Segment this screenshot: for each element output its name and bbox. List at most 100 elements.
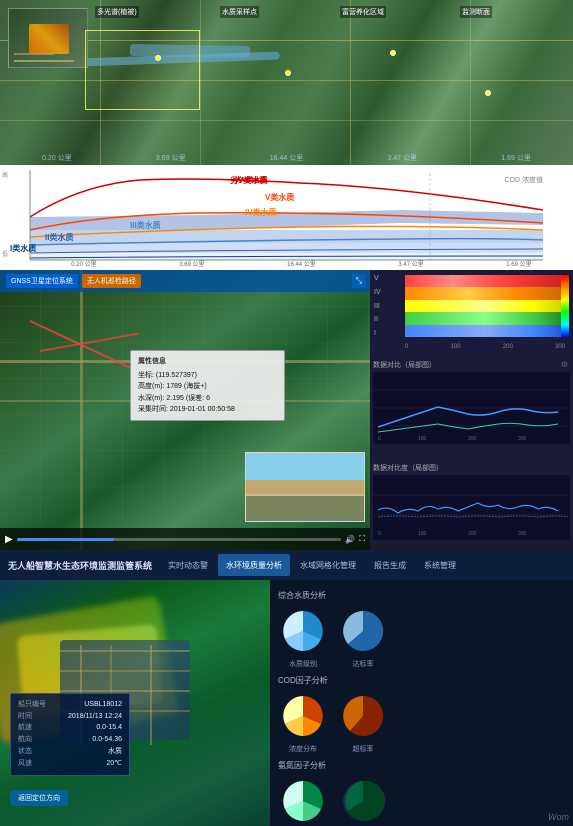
svg-text:0: 0 bbox=[378, 531, 381, 537]
location-btn[interactable]: 返回定位方向 bbox=[10, 790, 68, 806]
profile-svg bbox=[0, 165, 573, 270]
gnss-btn[interactable]: GNSS卫星定位系统 bbox=[6, 274, 78, 288]
pie-row-3: 浓度分布 超标率 bbox=[278, 776, 565, 826]
sys-navbar: 无人船智慧水生态环境监测监管系统 实时动态警 水环境质量分析 水域网格化管理 报… bbox=[0, 550, 573, 580]
x-0: 0 bbox=[405, 344, 408, 350]
wind-val: 20℃ bbox=[106, 758, 122, 770]
stats-title-2: COD因子分析 bbox=[278, 675, 565, 686]
line-chart-1: 数据对比（局部图） ⚙ 0 100 200 300 bbox=[370, 357, 573, 452]
pie-item-1b: 达标率 bbox=[338, 606, 388, 669]
pie-item-3b: 超标率 bbox=[338, 776, 388, 826]
strip-ii bbox=[405, 312, 565, 324]
section3-management-system: 无人船智慧水生态环境监测监管系统 实时动态警 水环境质量分析 水域网格化管理 报… bbox=[0, 550, 573, 826]
svg-text:300: 300 bbox=[518, 436, 527, 442]
time-label: 时间 bbox=[18, 711, 32, 723]
label-cod: COD 浓度值 bbox=[505, 175, 544, 185]
chart1-title: 数据对比（局部图） bbox=[373, 360, 436, 370]
tab-report[interactable]: 报告生成 bbox=[366, 554, 414, 576]
boat-label: 船只编号 bbox=[18, 699, 46, 711]
status-val: 水质 bbox=[108, 746, 122, 758]
progress-fill bbox=[17, 538, 114, 541]
drone-header: GNSS卫星定位系统 无人机巡检路径 bbox=[0, 270, 370, 292]
label-ii: II类水质 bbox=[45, 232, 73, 243]
wom-badge: Wom bbox=[548, 812, 569, 822]
y-ii: II bbox=[374, 316, 381, 323]
y-iv: IV bbox=[374, 289, 381, 296]
y-label-top: 高 bbox=[2, 170, 8, 179]
sample-marker-2 bbox=[285, 70, 291, 76]
svg-text:300: 300 bbox=[518, 531, 527, 537]
pie-item-1a: 水质级别 bbox=[278, 606, 328, 669]
section1-satellite-analysis: 多光谱(植被) 水质采样点 富营养化区域 监测断面 0.20 公里 3.69 公… bbox=[0, 0, 573, 270]
svg-text:200: 200 bbox=[468, 436, 477, 442]
map-label-sample: 水质采样点 bbox=[220, 6, 259, 18]
pie-label-1b: 达标率 bbox=[353, 659, 374, 669]
dist-label-5: 1.69 公里 bbox=[501, 153, 531, 163]
boat-val: USBL18012 bbox=[84, 699, 122, 711]
dist-label-1: 0.20 公里 bbox=[42, 153, 72, 163]
svg-text:100: 100 bbox=[418, 436, 427, 442]
time-val: 2018/11/13 12:24 bbox=[68, 711, 122, 723]
sys-map: 船只编号 USBL18012 时间 2018/11/13 12:24 航速 0.… bbox=[0, 580, 270, 826]
map-label-vegetation: 多光谱(植被) bbox=[95, 6, 139, 18]
pie-item-2a: 浓度分布 bbox=[278, 691, 328, 754]
pie-svg-2a bbox=[278, 691, 328, 741]
video-controls-bar[interactable]: ▶ 🔊 ⛶ bbox=[0, 528, 370, 550]
expand-btn[interactable]: ⤡ bbox=[352, 274, 366, 288]
label-bad5: 劣V类水质 bbox=[230, 175, 267, 186]
satellite-map: 多光谱(植被) 水质采样点 富营养化区域 监测断面 0.20 公里 3.69 公… bbox=[0, 0, 573, 165]
x-label-1: 0.20 公里 bbox=[71, 259, 96, 268]
sys-info-box: 船只编号 USBL18012 时间 2018/11/13 12:24 航速 0.… bbox=[10, 693, 130, 776]
color-legend bbox=[561, 275, 569, 337]
y-label-bot: 低 bbox=[2, 249, 8, 258]
pie-label-2b: 超标率 bbox=[353, 744, 374, 754]
y-i: I bbox=[374, 330, 381, 337]
dist-label-4: 3.47 公里 bbox=[387, 153, 417, 163]
line-chart-2: 数据对比度（局部图） 0 100 200 300 bbox=[370, 454, 573, 544]
sys-stats-panel: 综合水质分析 水质级别 bbox=[270, 580, 573, 826]
sample-marker-4 bbox=[485, 90, 491, 96]
progress-bar[interactable] bbox=[17, 538, 342, 541]
pie-label-2a: 浓度分布 bbox=[289, 744, 317, 754]
sample-marker-3 bbox=[390, 50, 396, 56]
water-quality-profile-chart: 劣V类水质 劣V类水质 V类水质 IV类水质 III类水质 II类水质 I类水质… bbox=[0, 165, 573, 270]
chart1-canvas: 0 100 200 300 bbox=[373, 372, 570, 444]
volume-icon[interactable]: 🔊 bbox=[345, 535, 355, 544]
pie-svg-3a bbox=[278, 776, 328, 826]
chart2-canvas: 0 100 200 300 bbox=[373, 475, 570, 540]
patrol-btn[interactable]: 无人机巡检路径 bbox=[82, 274, 141, 288]
dist-label-2: 3.69 公里 bbox=[156, 153, 186, 163]
x-label-5: 1.69 公里 bbox=[506, 259, 531, 268]
status-label: 状态 bbox=[18, 746, 32, 758]
tab-system[interactable]: 系统管理 bbox=[416, 554, 464, 576]
map-label-section: 监测断面 bbox=[460, 6, 492, 18]
x-label-4: 3.47 公里 bbox=[398, 259, 423, 268]
spectral-chart: V IV III II I 0 100 200 300 bbox=[370, 270, 573, 355]
x-100: 100 bbox=[451, 344, 461, 350]
play-icon[interactable]: ▶ bbox=[5, 534, 13, 545]
stats-title-3: 氨氮因子分析 bbox=[278, 760, 565, 771]
tab-realtime[interactable]: 实时动态警 bbox=[160, 554, 216, 576]
chart2-svg: 0 100 200 300 bbox=[373, 475, 570, 540]
chart1-settings[interactable]: ⚙ bbox=[561, 360, 568, 369]
pie-svg-1a bbox=[278, 606, 328, 656]
strip-iii bbox=[405, 300, 565, 312]
drone-info-popup: 属性信息 坐标: (119.527397) 高度(m): 1789 (海拔+) … bbox=[130, 350, 285, 421]
fullscreen-icon[interactable]: ⛶ bbox=[359, 534, 365, 544]
svg-text:200: 200 bbox=[468, 531, 477, 537]
sys-main-content: 船只编号 USBL18012 时间 2018/11/13 12:24 航速 0.… bbox=[0, 580, 573, 826]
tab-water-quality[interactable]: 水环境质量分析 bbox=[218, 554, 290, 576]
sys-title: 无人船智慧水生态环境监测监管系统 bbox=[8, 559, 152, 572]
course-label: 航向 bbox=[18, 734, 32, 746]
y-v: V bbox=[374, 275, 381, 282]
label-v5: V类水质 bbox=[265, 192, 294, 203]
speed-label: 航速 bbox=[18, 722, 32, 734]
section2-drone-analysis: GNSS卫星定位系统 无人机巡检路径 属性信息 坐标: (119.527397)… bbox=[0, 270, 573, 550]
y-iii: III bbox=[374, 303, 381, 310]
pie-svg-1b bbox=[338, 606, 388, 656]
tab-grid[interactable]: 水域网格化管理 bbox=[292, 554, 364, 576]
map-label-eutro: 富营养化区域 bbox=[340, 6, 386, 18]
label-iii: III类水质 bbox=[130, 220, 161, 231]
label-iv: IV类水质 bbox=[245, 207, 277, 218]
course-val: 0.0-54.36 bbox=[92, 734, 122, 746]
